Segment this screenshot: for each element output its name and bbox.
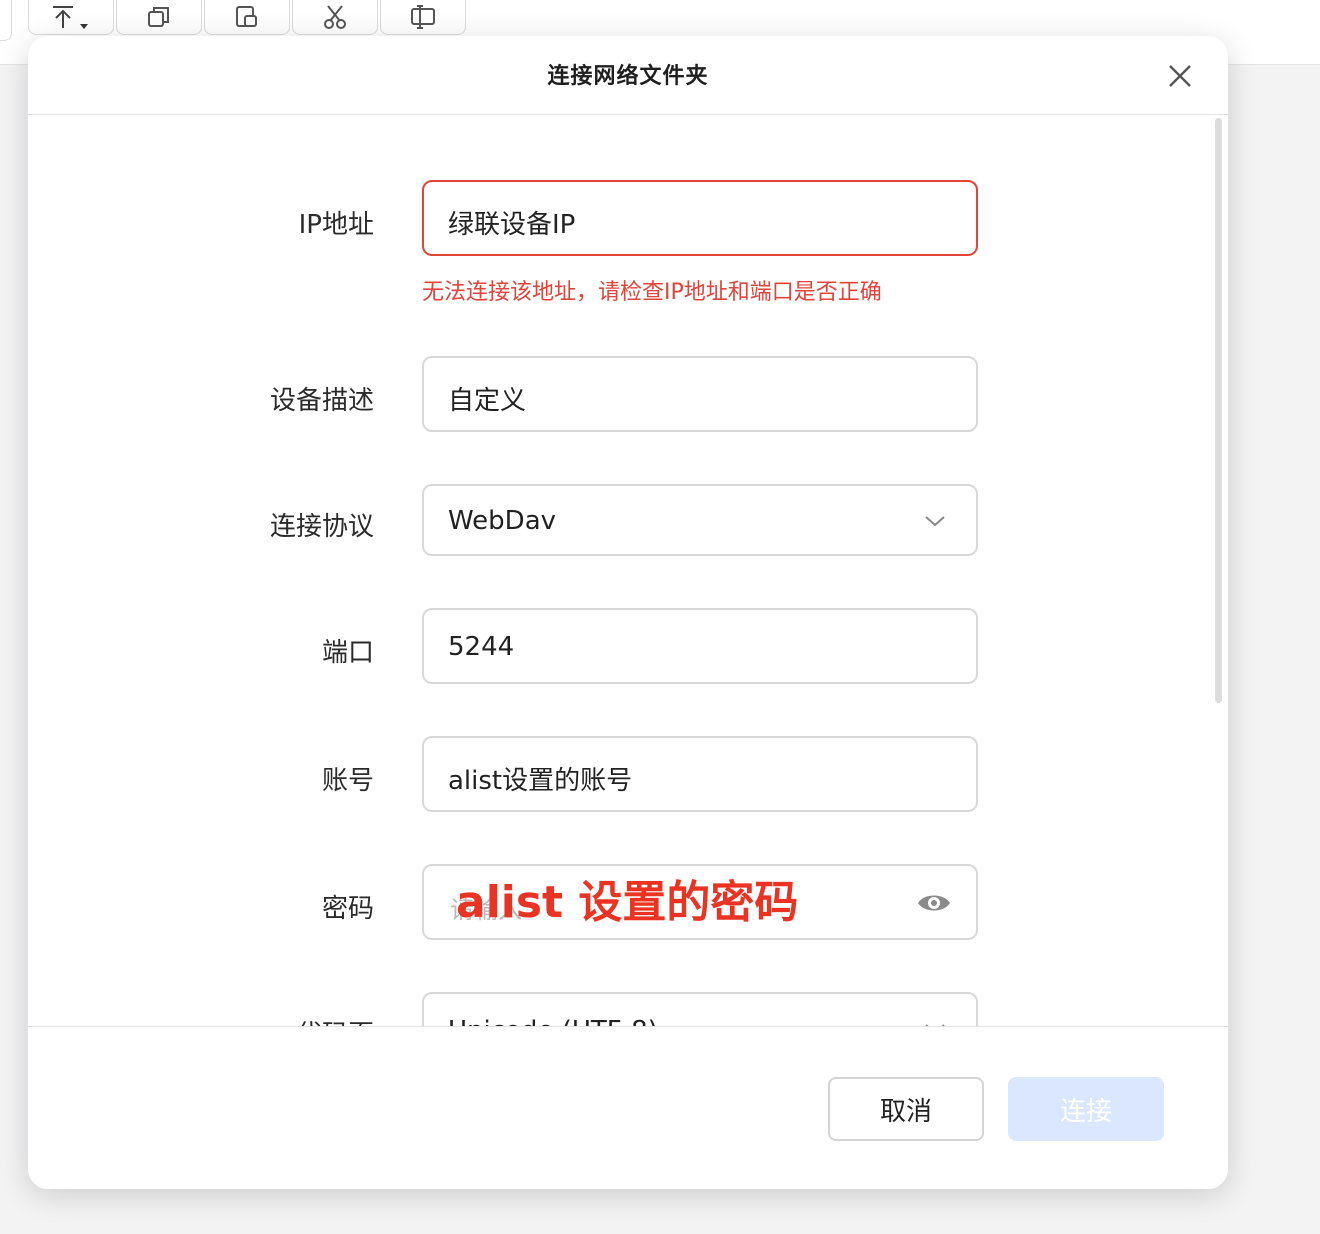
port-value: 5244: [448, 632, 515, 662]
port-label: 端口: [321, 638, 374, 668]
dialog-title: 连接网络文件夹: [547, 64, 709, 89]
account-input[interactable]: alist设置的账号: [422, 736, 978, 812]
protocol-select[interactable]: WebDav: [422, 484, 978, 556]
close-icon: [1169, 65, 1191, 87]
cut-icon: [322, 4, 348, 30]
password-annotation: alist 设置的密码: [456, 877, 799, 928]
cancel-button[interactable]: 取消: [828, 1077, 984, 1141]
password-label: 密码: [321, 894, 374, 924]
close-button[interactable]: [1166, 62, 1194, 90]
toolbar-left-button[interactable]: [0, 0, 12, 41]
ip-error-message: 无法连接该地址，请检查IP地址和端口是否正确: [422, 280, 882, 305]
protocol-label: 连接协议: [269, 512, 374, 542]
connect-button[interactable]: 连接: [1008, 1077, 1164, 1141]
dialog-header: 连接网络文件夹: [28, 36, 1228, 115]
description-value: 自定义: [448, 386, 527, 416]
cut-button[interactable]: [292, 0, 378, 35]
port-input[interactable]: 5244: [422, 608, 978, 684]
description-label: 设备描述: [269, 386, 374, 416]
eye-icon: [918, 895, 950, 911]
description-input[interactable]: 自定义: [422, 356, 978, 432]
rename-button[interactable]: [380, 0, 466, 35]
ip-label: IP地址: [298, 210, 374, 240]
account-label: 账号: [321, 766, 374, 796]
upload-icon: [51, 4, 91, 30]
codepage-value: Unicode (UTF-8): [448, 1016, 658, 1026]
account-value: alist设置的账号: [448, 766, 633, 796]
ip-address-input[interactable]: 绿联设备IP: [422, 180, 978, 256]
codepage-select[interactable]: Unicode (UTF-8): [422, 992, 978, 1026]
rename-icon: [409, 4, 437, 30]
dialog-footer: 取消 连接: [28, 1026, 1228, 1189]
paste-icon: [234, 4, 260, 30]
chevron-down-icon: [925, 516, 945, 527]
dialog-body: IP地址 绿联设备IP 无法连接该地址，请检查IP地址和端口是否正确 设备描述 …: [28, 115, 1228, 1026]
upload-button[interactable]: [28, 0, 114, 35]
codepage-label: 代码页: [296, 1014, 374, 1026]
paste-button[interactable]: [204, 0, 290, 35]
protocol-value: WebDav: [448, 506, 557, 536]
copy-icon: [146, 4, 172, 30]
ip-address-value: 绿联设备IP: [448, 210, 576, 240]
connect-network-folder-dialog: 连接网络文件夹 IP地址 绿联设备IP 无法连接该地址，请检查IP地址和端口是否…: [28, 36, 1228, 1189]
scrollbar[interactable]: [1215, 118, 1222, 703]
copy-button[interactable]: [116, 0, 202, 35]
